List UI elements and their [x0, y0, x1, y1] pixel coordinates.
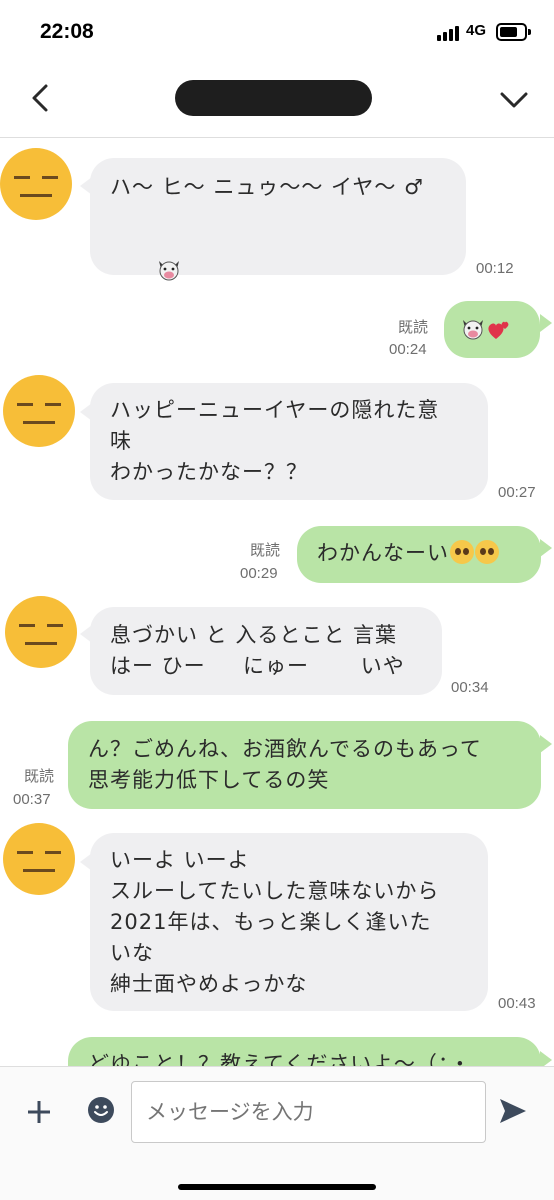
- message-bubble-incoming[interactable]: いーよ いーよ スルーしてたいした意味ないから 2021年は、もっと楽しく逢いた…: [90, 833, 488, 1011]
- message-line: 息づかい と 入るとこと 言葉: [110, 623, 398, 647]
- read-receipt: 既読: [250, 542, 281, 559]
- signal-icon: [437, 25, 463, 41]
- message-bubble-outgoing[interactable]: ん？ごめんね、お酒飲んでるのもあって 思考能力低下してるの笑: [68, 721, 541, 809]
- message-line: いな: [110, 941, 154, 965]
- expressionless-face-icon: [14, 176, 58, 197]
- message-time: 00:37: [13, 791, 51, 808]
- message-line: 思考能力低下してるの笑: [88, 768, 330, 792]
- send-button[interactable]: [498, 1097, 528, 1125]
- message-time: 00:34: [451, 679, 489, 696]
- attach-button[interactable]: [24, 1097, 54, 1127]
- message-line: ハ〜 ヒ〜 ニュゥ〜〜 イヤ〜 ♂: [110, 175, 424, 199]
- two-hearts-icon: [488, 321, 509, 339]
- message-line: ハッピーニューイヤーの隠れた意: [110, 398, 440, 422]
- message-line: 紳士面やめよっかな: [110, 972, 308, 996]
- pleading-face-icon: [475, 540, 499, 564]
- message-line: ん？ごめんね、お酒飲んでるのもあって: [88, 737, 482, 761]
- expressionless-face-icon: [17, 851, 61, 872]
- message-line: いーよ いーよ: [110, 848, 250, 872]
- read-receipt: 既読: [398, 319, 429, 336]
- chevron-left-icon: [32, 84, 48, 112]
- chat-area[interactable]: ハ〜 ヒ〜 ニュゥ〜〜 イヤ〜 ♂ 00:12 既読 00:24 ハッピーニュー…: [0, 139, 554, 1066]
- message-line: はー ひー にゅー いや: [110, 654, 405, 678]
- expressionless-face-icon: [17, 403, 61, 424]
- read-receipt: 既読: [24, 768, 55, 785]
- message-bubble-incoming[interactable]: ハッピーニューイヤーの隠れた意 味 わかったかなー？？: [90, 383, 488, 500]
- menu-dropdown-button[interactable]: [496, 82, 532, 118]
- message-input-bar: [0, 1066, 554, 1200]
- avatar[interactable]: [3, 375, 75, 447]
- chat-header: [0, 66, 554, 138]
- status-time: 22:08: [40, 20, 94, 43]
- message-time: 00:24: [389, 341, 427, 358]
- emoji-button[interactable]: [88, 1097, 114, 1123]
- message-line: スルーしてたいした意味ないから: [110, 879, 440, 903]
- avatar[interactable]: [5, 596, 77, 668]
- smiley-icon: [94, 1105, 108, 1116]
- back-button[interactable]: [24, 78, 60, 118]
- status-bar: 22:08 4G: [0, 0, 554, 66]
- message-time: 00:12: [476, 260, 514, 277]
- message-bubble-outgoing[interactable]: わかんなーい: [297, 526, 541, 583]
- home-indicator: [178, 1184, 376, 1190]
- message-time: 00:43: [498, 995, 536, 1012]
- message-time: 00:29: [240, 565, 278, 582]
- message-bubble-outgoing[interactable]: [444, 301, 540, 358]
- plus-icon: [28, 1101, 50, 1123]
- chevron-down-icon: [500, 92, 528, 108]
- expressionless-face-icon: [19, 624, 63, 645]
- message-bubble-incoming[interactable]: ハ〜 ヒ〜 ニュゥ〜〜 イヤ〜 ♂: [90, 158, 466, 281]
- message-line: 味: [110, 429, 132, 453]
- message-line: わかったかなー？？: [110, 460, 308, 484]
- avatar[interactable]: [3, 823, 75, 895]
- network-label: 4G: [466, 22, 487, 39]
- message-line: どゆこと！？教えてくださいよ〜（；・: [88, 1052, 472, 1066]
- message-line: 2021年は、もっと楽しく逢いた: [110, 910, 432, 934]
- pig-face-icon: [463, 320, 483, 340]
- send-icon: [500, 1099, 526, 1123]
- battery-icon: [496, 23, 531, 41]
- avatar[interactable]: [0, 148, 72, 220]
- message-bubble-outgoing[interactable]: どゆこと！？教えてくださいよ〜（；・: [68, 1037, 541, 1066]
- message-bubble-incoming[interactable]: 息づかい と 入るとこと 言葉 はー ひー にゅー いや: [90, 607, 442, 695]
- message-text: わかんなーい: [317, 541, 449, 565]
- message-time: 00:27: [498, 484, 536, 501]
- message-input[interactable]: [131, 1081, 486, 1143]
- pleading-face-icon: [450, 540, 474, 564]
- pig-face-icon: [159, 261, 180, 281]
- chat-title-redacted: [175, 80, 372, 116]
